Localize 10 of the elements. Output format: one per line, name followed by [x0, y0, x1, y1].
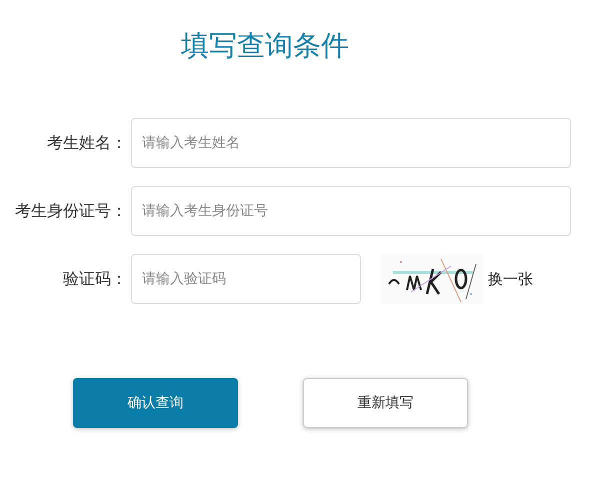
input-field[interactable]: 请输入考生身份证号 — [131, 186, 571, 236]
field-label: 验证码： — [62, 268, 127, 290]
input-field[interactable]: 请输入验证码 — [131, 254, 361, 304]
refresh-link[interactable]: 换一张 — [488, 270, 533, 288]
reset-button[interactable]: 重新填写 — [303, 378, 468, 428]
submit-button[interactable]: 确认查询 — [73, 378, 238, 428]
page-title: 填写查询条件 — [181, 28, 349, 64]
field-label: 考生身份证号： — [14, 200, 127, 222]
field-label: 考生姓名： — [46, 132, 127, 154]
input-field[interactable]: 请输入考生姓名 — [131, 118, 571, 168]
